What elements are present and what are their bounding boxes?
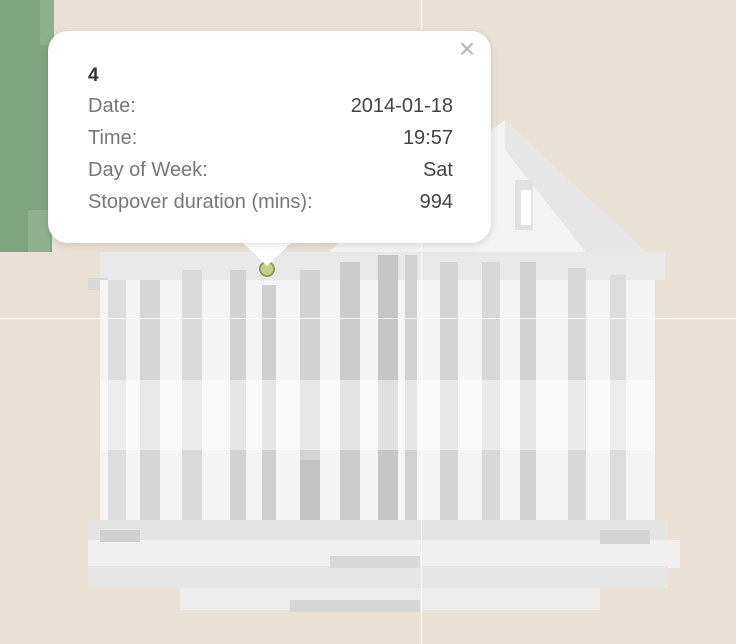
popup-row-date: Date: 2014-01-18 xyxy=(88,92,453,120)
park-area xyxy=(0,0,54,252)
close-icon[interactable]: × xyxy=(454,35,480,63)
popup-title: 4 xyxy=(88,65,99,86)
row-value: 994 xyxy=(419,190,453,213)
row-value: 19:57 xyxy=(402,126,453,149)
popup-tip xyxy=(240,240,294,266)
row-label: Time: xyxy=(88,126,138,149)
row-label: Stopover duration (mins): xyxy=(88,190,313,213)
popup-row-day: Day of Week: Sat xyxy=(88,156,453,184)
row-value: 2014-01-18 xyxy=(350,94,453,117)
row-label: Day of Week: xyxy=(88,158,208,181)
info-popup: × 4 Date: 2014-01-18 Time: 19:57 Day of … xyxy=(48,31,491,243)
row-label: Date: xyxy=(88,94,136,117)
row-value: Sat xyxy=(422,158,453,181)
popup-row-duration: Stopover duration (mins): 994 xyxy=(88,188,453,216)
popup-row-time: Time: 19:57 xyxy=(88,124,453,152)
tile-seam-horizontal xyxy=(0,318,736,319)
